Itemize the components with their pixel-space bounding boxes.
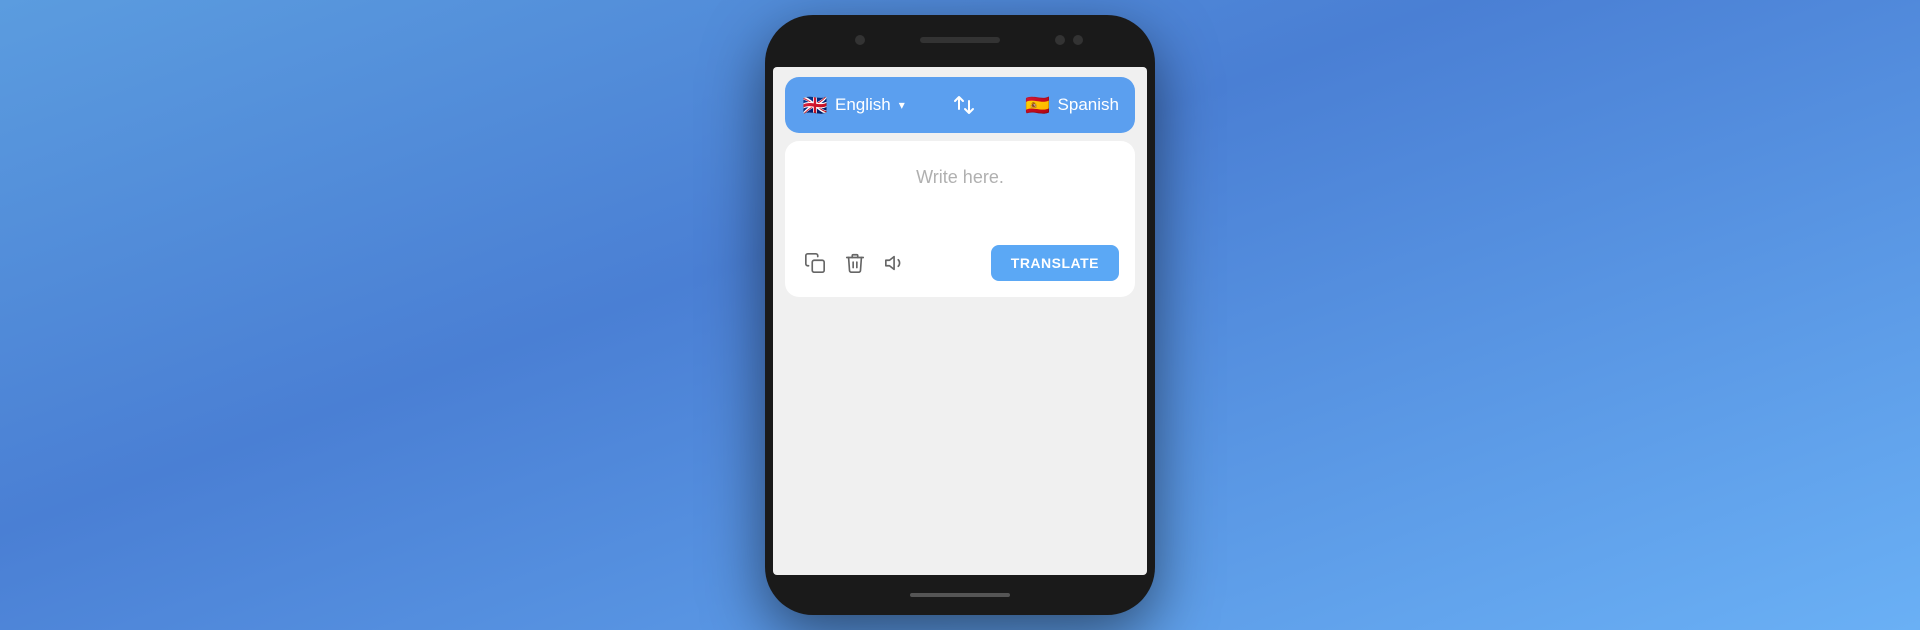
volume-button[interactable]: [881, 249, 909, 277]
copy-button[interactable]: [801, 249, 829, 277]
camera-right2: [1073, 35, 1083, 45]
target-language-selector[interactable]: 🇪🇸 Spanish: [1024, 91, 1119, 119]
source-language-name: English: [835, 95, 891, 115]
language-bar: 🇬🇧 English ▾ 🇪🇸 Spanish: [785, 77, 1135, 133]
home-indicator: [910, 593, 1010, 597]
delete-button[interactable]: [841, 249, 869, 277]
chevron-down-icon: ▾: [899, 98, 905, 113]
phone-speaker: [920, 37, 1000, 43]
phone-frame: 🇬🇧 English ▾ 🇪🇸 Spanish Write here.: [765, 15, 1155, 615]
input-area: Write here.: [785, 141, 1135, 297]
action-icons-group: [801, 249, 909, 277]
phone-top-bar: [765, 15, 1155, 67]
source-language-selector[interactable]: 🇬🇧 English ▾: [801, 91, 905, 119]
swap-languages-button[interactable]: [952, 93, 976, 117]
target-flag: 🇪🇸: [1024, 91, 1052, 119]
phone-bottom-bar: [765, 575, 1155, 615]
phone-screen: 🇬🇧 English ▾ 🇪🇸 Spanish Write here.: [773, 67, 1147, 575]
target-language-name: Spanish: [1058, 95, 1119, 115]
source-flag: 🇬🇧: [801, 91, 829, 119]
output-area: [785, 305, 1135, 567]
text-input-zone[interactable]: Write here.: [801, 157, 1119, 237]
input-placeholder: Write here.: [916, 167, 1004, 188]
camera-left: [855, 35, 865, 45]
camera-right: [1055, 35, 1065, 45]
input-actions: TRANSLATE: [801, 237, 1119, 281]
translate-button[interactable]: TRANSLATE: [991, 245, 1119, 281]
